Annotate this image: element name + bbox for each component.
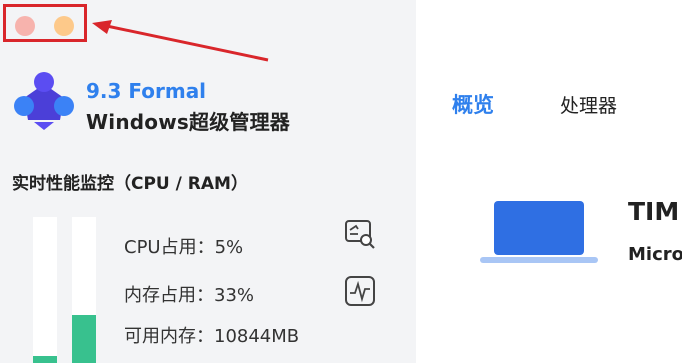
annotation-arrow-icon [92, 20, 269, 62]
ram-meter-fill [72, 314, 96, 363]
monitor-title: 实时性能监控（CPU / RAM） [12, 174, 248, 194]
tab-processor[interactable]: 处理器 [560, 91, 617, 118]
app-name: Windows超级管理器 [86, 110, 290, 134]
logo-icon [14, 72, 74, 130]
inspect-icon[interactable] [344, 218, 376, 250]
cpu-usage-label: CPU占用：5% [124, 237, 244, 258]
monitor-icon[interactable] [344, 275, 376, 307]
cpu-meter-fill [33, 355, 57, 363]
ram-meter [72, 217, 96, 363]
laptop-icon [480, 201, 598, 263]
main-panel [416, 0, 682, 363]
tab-overview[interactable]: 概览 [452, 89, 494, 119]
memory-usage-label: 内存占用：33% [124, 285, 255, 306]
available-memory-label: 可用内存：10844MB [124, 326, 300, 347]
device-title: TIM [628, 197, 680, 226]
app-version: 9.3 Formal [86, 79, 207, 103]
sidebar: 9.3 Formal Windows超级管理器 实时性能监控（CPU / RAM… [0, 0, 416, 363]
device-subtitle: Micro [628, 244, 682, 265]
cpu-meter [33, 217, 57, 363]
